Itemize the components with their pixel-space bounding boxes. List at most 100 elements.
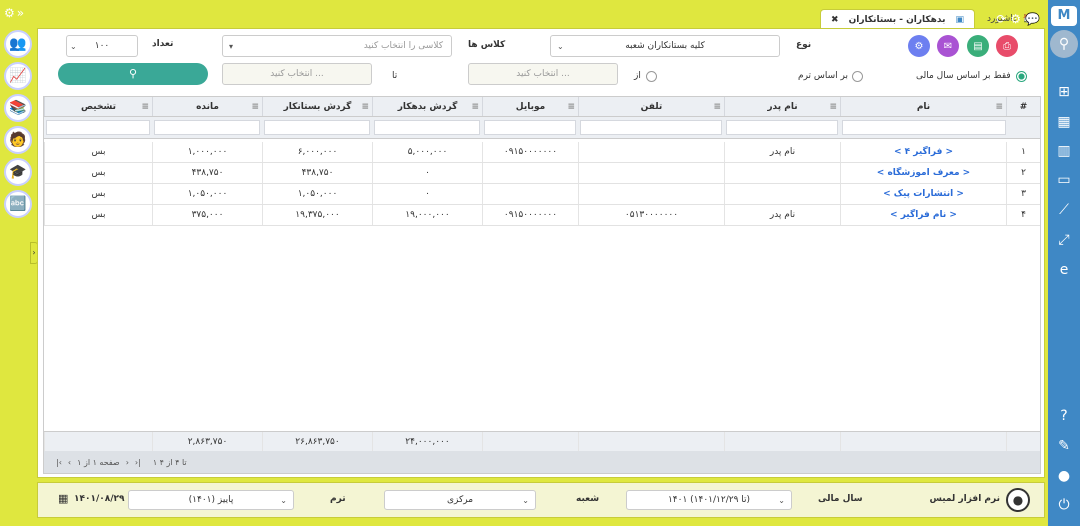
chevron-down-icon: ⌄ xyxy=(778,495,785,505)
column-menu-icon: ≡ xyxy=(713,101,721,112)
term-label: ترم xyxy=(330,494,346,504)
chevron-down-icon: ⌄ xyxy=(522,495,529,505)
first-page-icon[interactable]: |‹ xyxy=(56,458,62,467)
browser-icon[interactable]: e xyxy=(1048,262,1080,278)
prev-page-icon[interactable]: ‹ xyxy=(68,458,71,467)
from-label: از xyxy=(634,71,641,81)
grid-icon[interactable]: ▦ xyxy=(1048,114,1080,130)
total-credit: ۲۶,۸۶۳,۷۵۰ xyxy=(262,432,372,451)
line-chart-icon[interactable]: ⟋ xyxy=(1048,202,1080,218)
bar-chart-icon[interactable]: ▥ xyxy=(1048,143,1080,159)
fiscal-year-label: سال مالی xyxy=(818,494,863,504)
fiscal-year-select[interactable]: ۱۴۰۱ (تا ۱۴۰۱/۱۲/۲۹) ⌄ xyxy=(626,490,792,510)
table-row[interactable]: ۲ < معرف اموزشگاه > ۰ ۴۳۸,۷۵۰ ۴۳۸,۷۵۰ بس xyxy=(44,163,1040,184)
refresh-icon[interactable]: ⟳ xyxy=(996,12,1006,26)
classes-label: کلاس ها xyxy=(468,40,506,50)
chevron-down-icon: ⌄ xyxy=(280,495,287,505)
column-menu-icon: ≡ xyxy=(141,101,149,112)
app-icon-abc[interactable]: 🔤 xyxy=(4,190,32,218)
help-icon[interactable]: ? xyxy=(1048,408,1080,424)
next-page-icon[interactable]: › xyxy=(126,458,129,467)
top-right-icons: ⟳ ⚙ 💬 xyxy=(996,12,1040,26)
search-icon[interactable]: ⚲ xyxy=(1050,30,1078,58)
user-icon[interactable]: ● xyxy=(1048,468,1080,484)
filter-credit-input[interactable] xyxy=(264,120,370,135)
gear-icon[interactable]: ⚙ xyxy=(1010,12,1021,26)
settings-icon[interactable]: ⚙ xyxy=(4,6,15,22)
right-sidebar: M ⚲ ⊞ ▦ ▥ ▭ ⟋ ⤢ e ? ✎ ● ⏻ xyxy=(1048,0,1080,526)
from-field[interactable]: انتخاب کنید ... xyxy=(468,63,618,85)
logo-icon: M xyxy=(1051,6,1077,26)
col-header-credit[interactable]: گردش بستانکار ≡ xyxy=(262,97,372,116)
left-app-bar: 👥 📈 📚 🧑 🎓 🔤 xyxy=(0,28,35,228)
expand-icon[interactable]: ⤢ xyxy=(1048,232,1080,248)
app-icon-teacher[interactable]: 🎓 xyxy=(4,158,32,186)
table-row[interactable]: ۴ < نام فراگیر > نام پدر ۰۵۱۳۰۰۰۰۰۰۰ ۰۹۱… xyxy=(44,205,1040,226)
column-menu-icon: ≡ xyxy=(471,101,479,112)
tab-debtors-creditors[interactable]: ▣ بدهکاران - بستانکاران ✖ xyxy=(820,9,975,29)
table-row[interactable]: ۱ < فراگیر ۴ > نام پدر ۰۹۱۵۰۰۰۰۰۰۰ ۵,۰۰۰… xyxy=(44,142,1040,163)
radio-from[interactable] xyxy=(646,71,657,82)
search-icon: ⚲ xyxy=(128,67,138,80)
app-icon-chart[interactable]: 📈 xyxy=(4,62,32,90)
term-select[interactable]: پاییز (۱۴۰۱) ⌄ xyxy=(128,490,294,510)
total-debit: ۲۴,۰۰۰,۰۰۰ xyxy=(372,432,482,451)
col-header-mobile[interactable]: موبایل ≡ xyxy=(482,97,578,116)
double-chevron-right-icon[interactable]: » xyxy=(17,6,24,22)
col-header-status[interactable]: تشخیص ≡ xyxy=(44,97,152,116)
print-button[interactable]: ⎙ xyxy=(996,35,1018,57)
record-range: ۱ تا ۴ از ۴ xyxy=(152,457,187,467)
col-header-balance[interactable]: مانده ≡ xyxy=(152,97,262,116)
filter-father-input[interactable] xyxy=(726,120,838,135)
col-header-index: # xyxy=(1006,97,1040,116)
app-icon-books[interactable]: 📚 xyxy=(4,94,32,122)
app-icon-students[interactable]: 🧑 xyxy=(4,126,32,154)
settings-button[interactable]: ⚙ xyxy=(908,35,930,57)
brush-icon[interactable]: ✎ xyxy=(1048,438,1080,454)
filter-status-input[interactable] xyxy=(46,120,150,135)
filter-balance-input[interactable] xyxy=(154,120,260,135)
current-date: ۱۴۰۱/۰۸/۲۹ xyxy=(74,494,125,504)
column-menu-icon: ≡ xyxy=(567,101,575,112)
count-select[interactable]: ⌄ ۱۰۰ xyxy=(66,35,138,57)
chevron-down-icon: ⌄ xyxy=(557,41,564,51)
avatar[interactable]: ● xyxy=(1006,488,1030,512)
to-field[interactable]: انتخاب کنید ... xyxy=(222,63,372,85)
filter-phone-input[interactable] xyxy=(580,120,722,135)
col-header-debit[interactable]: گردش بدهکار ≡ xyxy=(372,97,482,116)
filter-mobile-input[interactable] xyxy=(484,120,576,135)
column-menu-icon: ≡ xyxy=(251,101,259,112)
email-button[interactable]: ✉ xyxy=(937,35,959,57)
radio-term[interactable] xyxy=(852,71,863,82)
export-button[interactable]: ▤ xyxy=(967,35,989,57)
status-bar: ● نرم افزار لمیس سال مالی ۱۴۰۱ (تا ۱۴۰۱/… xyxy=(37,482,1045,518)
page-indicator: صفحه ۱ از ۱ xyxy=(77,457,120,467)
chat-icon[interactable]: 💬 xyxy=(1025,12,1040,26)
app-icon-users[interactable]: 👥 xyxy=(4,30,32,58)
table-row[interactable]: ۳ < انتشارات پیک > ۰ ۱,۰۵۰,۰۰۰ ۱,۰۵۰,۰۰۰… xyxy=(44,184,1040,205)
filter-debit-input[interactable] xyxy=(374,120,480,135)
software-name: نرم افزار لمیس xyxy=(929,494,1001,504)
branch-select[interactable]: مرکزی ⌄ xyxy=(384,490,536,510)
filter-name-input[interactable] xyxy=(842,120,1006,135)
type-select[interactable]: ⌄ کلیه بستانکاران شعبه xyxy=(550,35,780,57)
calendar-icon[interactable]: ▦ xyxy=(58,492,68,505)
chevron-down-icon: ⌄ xyxy=(70,41,77,51)
tab-icon: ▣ xyxy=(955,14,964,25)
last-page-icon[interactable]: ›| xyxy=(135,458,141,467)
col-header-father[interactable]: نام پدر ≡ xyxy=(724,97,840,116)
org-chart-icon[interactable]: ⊞ xyxy=(1048,84,1080,100)
classes-select[interactable]: ▾ کلاسی را انتخاب کنید xyxy=(222,35,452,57)
main-panel: ⚙ ✉ ▤ ⎙ نوع ⌄ کلیه بستانکاران شعبه کلاس … xyxy=(37,28,1045,478)
grid-pager: |‹ ‹ صفحه ۱ از ۱ › ›| ۱ تا ۴ از ۴ xyxy=(44,451,1040,473)
radio-fiscal-year[interactable] xyxy=(1016,71,1027,82)
close-icon[interactable]: ✖ xyxy=(831,15,839,25)
radio-term-label: بر اساس ترم xyxy=(798,71,849,81)
count-label: تعداد xyxy=(152,39,174,49)
column-menu-icon: ≡ xyxy=(995,101,1003,112)
card-icon[interactable]: ▭ xyxy=(1048,172,1080,188)
col-header-name[interactable]: نام ≡ xyxy=(840,97,1006,116)
search-button[interactable]: ⚲ xyxy=(58,63,208,85)
power-icon[interactable]: ⏻ xyxy=(1048,497,1080,513)
col-header-phone[interactable]: تلفن ≡ xyxy=(578,97,724,116)
